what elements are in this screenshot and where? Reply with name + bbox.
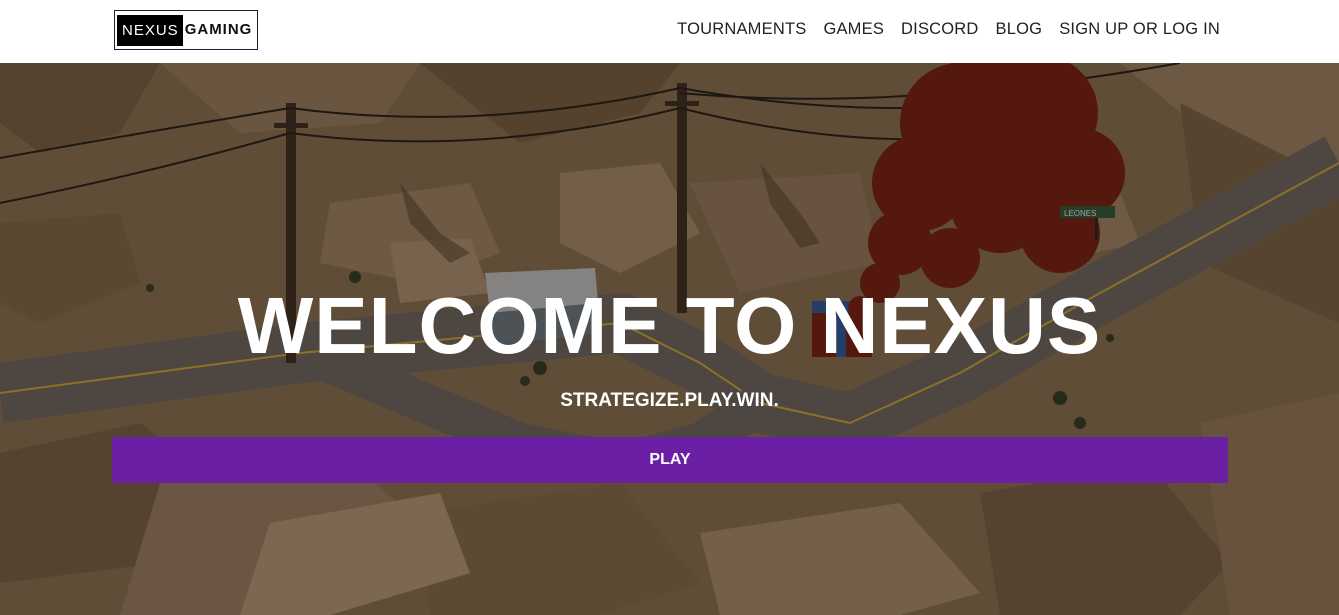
top-navbar: NEXUS GAMING TOURNAMENTS GAMES DISCORD B…	[0, 0, 1339, 63]
logo-text-nexus: NEXUS	[117, 14, 183, 46]
nav-link-games[interactable]: GAMES	[823, 19, 884, 39]
nav-link-tournaments[interactable]: TOURNAMENTS	[677, 19, 806, 39]
hero-tagline: STRATEGIZE.PLAY.WIN.	[560, 390, 779, 411]
hero-title: WELCOME TO NEXUS	[237, 281, 1102, 370]
nav-link-blog[interactable]: BLOG	[996, 19, 1043, 39]
nexus-gaming-logo[interactable]: NEXUS GAMING	[114, 10, 259, 50]
main-nav: TOURNAMENTS GAMES DISCORD BLOG SIGN UP O…	[677, 19, 1220, 39]
nav-link-discord[interactable]: DISCORD	[901, 19, 979, 39]
logo-text-gaming: GAMING	[184, 21, 253, 38]
play-button[interactable]: PLAY	[112, 437, 1228, 483]
nav-link-signup-login[interactable]: SIGN UP OR LOG IN	[1059, 19, 1220, 39]
hero-section: LEONES WELCOME TO NEXUS STRATEGIZE.PLAY.…	[0, 63, 1339, 615]
